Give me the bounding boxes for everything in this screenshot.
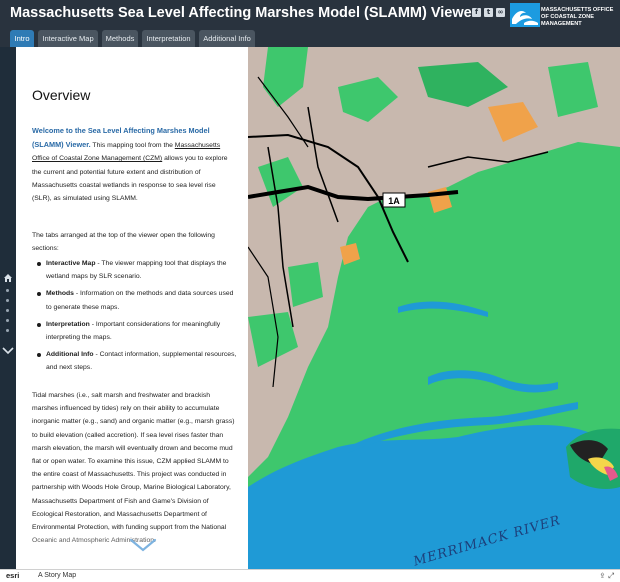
fullscreen-icon[interactable]: ⤢ (608, 571, 614, 580)
scroll-down-icon[interactable] (128, 537, 158, 553)
nav-dot[interactable] (6, 299, 9, 302)
social-links: f t ∞ (472, 8, 505, 17)
panel-heading: Overview (32, 87, 91, 103)
list-item-text: - Information on the methods and data so… (46, 290, 234, 311)
share-icon[interactable]: ⇪ (599, 571, 605, 580)
tabs-intro-paragraph: The tabs arranged at the top of the view… (32, 232, 215, 253)
slamm-map[interactable]: 1A MERRIMACK RIVER (248, 47, 620, 569)
czm-logo[interactable]: MASSACHUSETTS OFFICE OF COASTAL ZONE MAN… (510, 3, 618, 27)
wave-logo-icon (510, 3, 540, 27)
list-item-term: Interactive Map (46, 260, 96, 267)
section-navigation (0, 47, 16, 569)
intro-pre: This mapping tool from the (90, 142, 175, 150)
app-title: Massachusetts Sea Level Affecting Marshe… (10, 5, 478, 21)
logo-text: MASSACHUSETTS OFFICE OF COASTAL ZONE MAN… (541, 7, 614, 27)
list-item: Interpretation - Important consideration… (37, 318, 238, 344)
list-item-term: Interpretation (46, 320, 90, 328)
map-canvas: 1A MERRIMACK RIVER (248, 47, 620, 569)
bullet-dot (37, 292, 41, 297)
bullet-dot (37, 262, 41, 266)
app-header: Massachusetts Sea Level Affecting Marshe… (0, 0, 620, 28)
list-item-term: Additional Info (46, 351, 94, 359)
chevron-down-icon[interactable] (2, 347, 14, 355)
intro-panel[interactable]: Overview Welcome to the Sea Level Affect… (16, 47, 248, 569)
twitter-icon[interactable]: t (484, 8, 493, 17)
story-map-label: A Story Map (38, 572, 77, 579)
bullet-dot (37, 353, 41, 358)
home-icon[interactable] (3, 273, 13, 283)
section-list: Interactive Map - The viewer mapping too… (37, 257, 238, 379)
nav-dot[interactable] (6, 319, 9, 322)
tab-additional-info[interactable]: Additional Info (199, 30, 255, 47)
tab-methods[interactable]: Methods (102, 30, 138, 47)
nav-dot[interactable] (6, 309, 9, 312)
tab-interpretation[interactable]: Interpretation (142, 30, 195, 47)
app-footer: esri A Story Map ⇪ ⤢ (0, 569, 620, 582)
nav-dot[interactable] (6, 289, 9, 292)
list-item: Additional Info - Contact information, s… (37, 348, 238, 374)
tab-intro[interactable]: Intro (10, 30, 34, 47)
route-shield-label: 1A (388, 196, 400, 206)
bullet-dot (37, 322, 41, 327)
link-icon[interactable]: ∞ (496, 8, 505, 17)
list-item: Interactive Map - The viewer mapping too… (37, 257, 238, 283)
facebook-icon[interactable]: f (472, 8, 481, 17)
esri-logo[interactable]: esri (6, 571, 19, 580)
body-paragraph: Tidal marshes (i.e., salt marsh and fres… (32, 392, 235, 544)
nav-dot[interactable] (6, 329, 9, 332)
tab-interactive-map[interactable]: Interactive Map (38, 30, 98, 47)
footer-icons: ⇪ ⤢ (599, 571, 614, 581)
list-item-term: Methods (46, 290, 74, 298)
intro-paragraph: Welcome to the Sea Level Affecting Marsh… (32, 124, 237, 205)
list-item: Methods - Information on the methods and… (37, 287, 238, 313)
tab-bar: Intro Interactive Map Methods Interpreta… (0, 28, 620, 47)
